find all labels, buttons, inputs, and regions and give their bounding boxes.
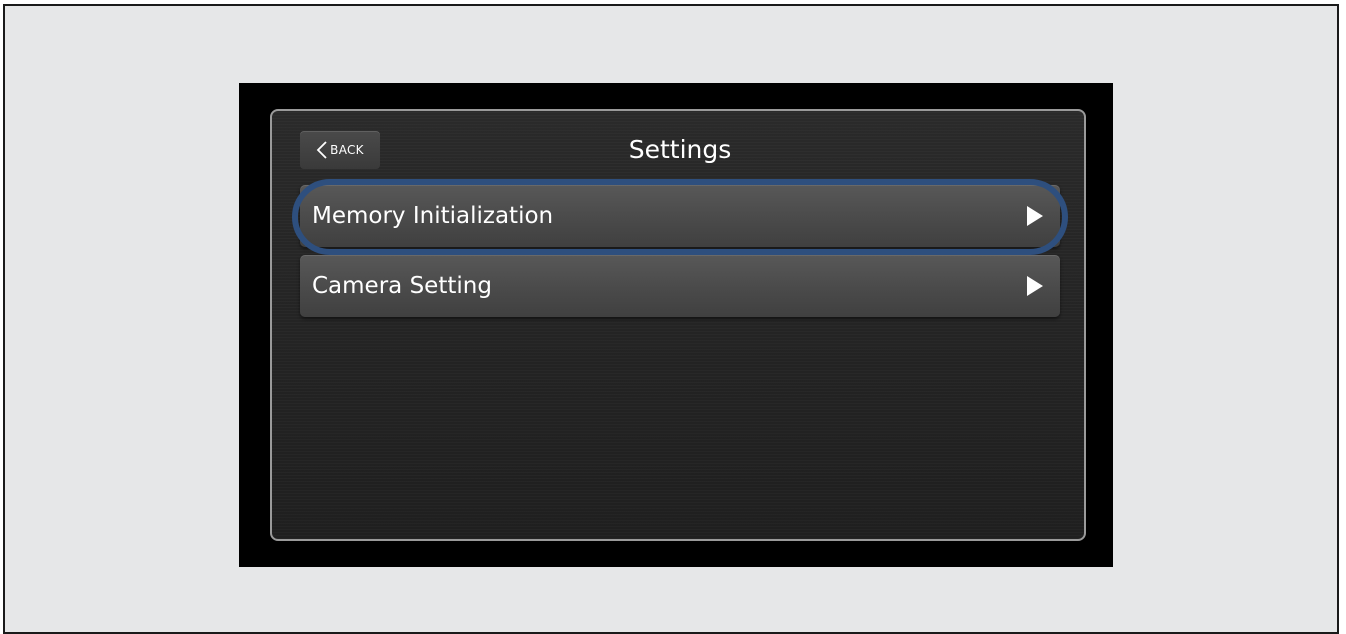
play-arrow-icon: [1027, 276, 1043, 296]
figure-frame: BACK Settings Memory Initialization Came…: [3, 4, 1339, 634]
menu-item-camera-setting[interactable]: Camera Setting: [300, 255, 1060, 317]
play-arrow-icon: [1027, 206, 1043, 226]
display-bezel: BACK Settings Memory Initialization Came…: [239, 83, 1113, 567]
page-title: Settings: [628, 135, 732, 164]
menu-item-label: Memory Initialization: [312, 203, 554, 229]
menu-item-memory-initialization[interactable]: Memory Initialization: [300, 185, 1060, 247]
menu-item-label: Camera Setting: [312, 273, 492, 299]
settings-screen: BACK Settings Memory Initialization Came…: [270, 109, 1086, 541]
